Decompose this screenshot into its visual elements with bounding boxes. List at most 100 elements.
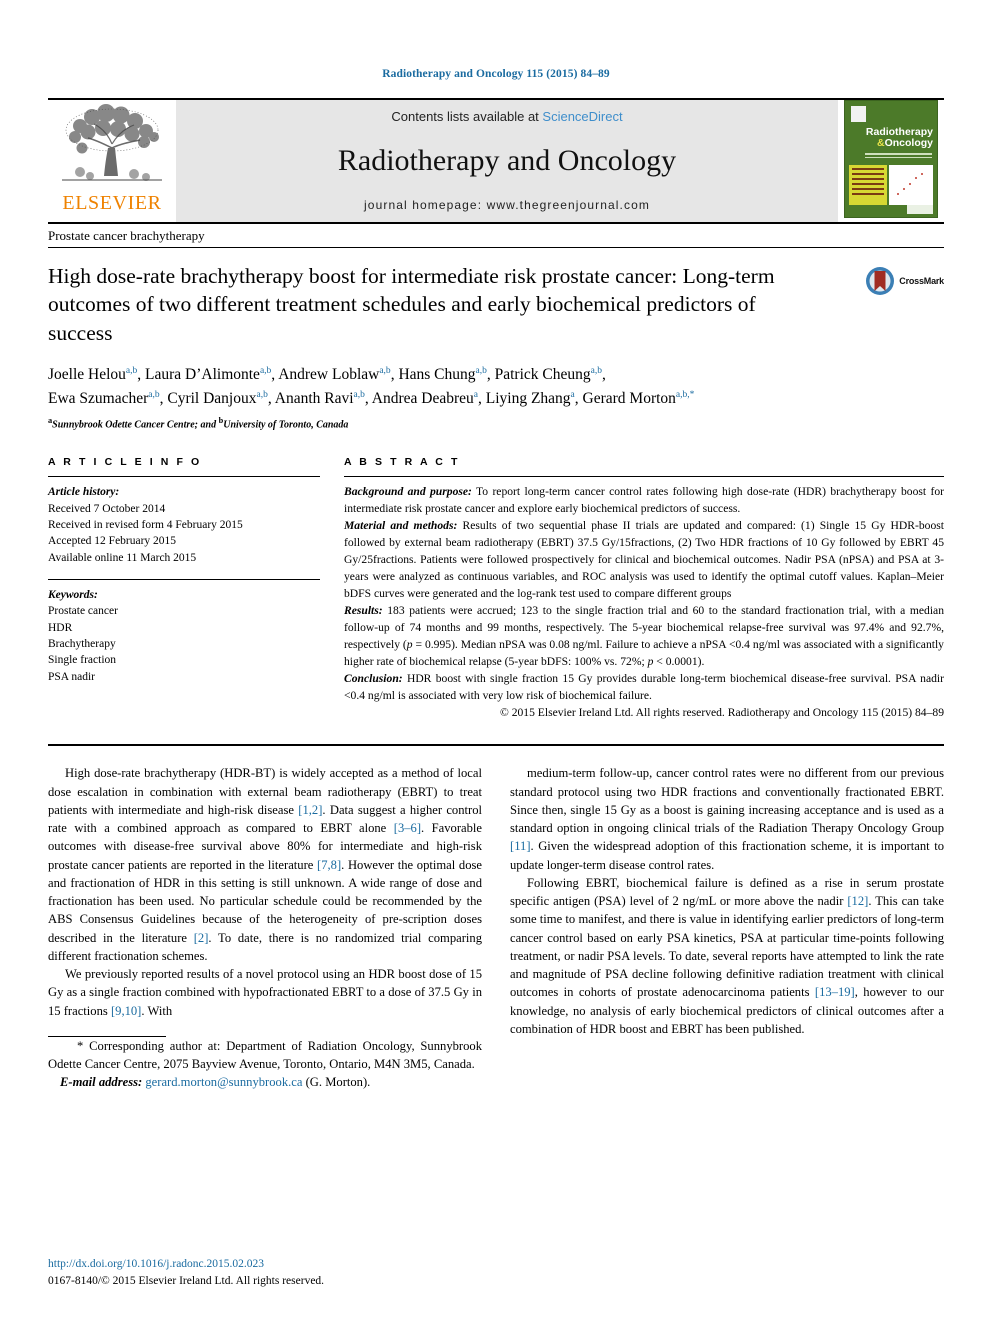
cover-footer-mark-icon [907, 205, 933, 214]
affiliations: aSunnybrook Odette Cancer Centre; and bU… [48, 416, 944, 430]
author-affil-marker: a [473, 389, 478, 400]
doi-link[interactable]: http://dx.doi.org/10.1016/j.radonc.2015.… [48, 1256, 324, 1273]
corresponding-author-footnote: * Corresponding author at: Department of… [48, 1037, 482, 1092]
author-10: Gerard Mortona,b,* [583, 390, 695, 407]
author-list: Joelle Heloua,b, Laura D’Alimontea,b, An… [48, 365, 695, 408]
author-4: Patrick Cheunga,b [495, 366, 602, 383]
info-abstract-row: A R T I C L E I N F O Article history: R… [48, 456, 944, 722]
affil-text-b: University of Toronto, Canada [223, 419, 349, 431]
author-affil-marker: a,b [148, 389, 160, 400]
citation-ref[interactable]: [13–19] [815, 985, 855, 999]
author-name: Patrick Cheung [494, 366, 591, 384]
journal-article-page: Radiotherapy and Oncology 115 (2015) 84–… [0, 0, 992, 1323]
author-9: Liying Zhanga [486, 390, 575, 407]
journal-title: Radiotherapy and Oncology [337, 144, 677, 177]
citation-ref[interactable]: [12] [847, 894, 868, 908]
affil-text-a: Sunnybrook Odette Cancer Centre; and [52, 419, 219, 431]
body-right-paragraph-2: Following EBRT, biochemical failure is d… [510, 874, 944, 1038]
email-address-label: E-mail address: [60, 1075, 143, 1090]
text-run: . With [141, 1003, 173, 1018]
body-left-paragraph-2: We previously reported results of a nove… [48, 965, 482, 1020]
author-affil-marker: a,b [353, 389, 365, 400]
citation-ref[interactable]: [9,10] [111, 1004, 141, 1018]
footnote-email-line: E-mail address: gerard.morton@sunnybrook… [48, 1073, 482, 1091]
author-name: Gerard Morton [582, 390, 676, 408]
body-columns: High dose-rate brachytherapy (HDR-BT) is… [48, 764, 944, 1091]
author-2: Andrew Loblawa,b [278, 366, 391, 383]
article-info-column: A R T I C L E I N F O Article history: R… [48, 456, 320, 722]
body-column-left: High dose-rate brachytherapy (HDR-BT) is… [48, 764, 482, 1091]
cover-subtitle-lines [865, 153, 932, 161]
elsevier-wordmark: ELSEVIER [62, 192, 162, 214]
contents-prefix: Contents lists available at [391, 109, 543, 124]
citation-ref[interactable]: [3–6] [394, 821, 421, 835]
journal-cover-block: Radiotherapy &Oncology [838, 100, 944, 222]
crossmark-badge[interactable]: CrossMark [865, 266, 944, 296]
cover-figure-panel [889, 165, 933, 205]
body-column-right: medium-term follow-up, cancer control ra… [510, 764, 944, 1091]
abstract-conclusion-text: HDR boost with single fraction 15 Gy pro… [344, 671, 944, 702]
author-name: Liying Zhang [485, 390, 571, 408]
abstract-conclusion-label: Conclusion: [344, 671, 403, 685]
email-link[interactable]: gerard.morton@sunnybrook.ca [145, 1075, 302, 1089]
author-name: Hans Chung [398, 366, 476, 384]
keyword-2: Brachytherapy [48, 638, 116, 651]
elsevier-logo: ELSEVIER [48, 100, 176, 222]
author-affil-marker: a,b,* [675, 389, 695, 400]
footnote-text: Corresponding author at: Department of R… [48, 1038, 482, 1072]
contents-available-line: Contents lists available at ScienceDirec… [391, 109, 622, 124]
author-name: Joelle Helou [48, 366, 126, 384]
author-name: Cyril Danjoux [167, 390, 257, 408]
sciencedirect-link[interactable]: ScienceDirect [542, 109, 622, 124]
issn-copyright-line: 0167-8140/© 2015 Elsevier Ireland Ltd. A… [48, 1274, 325, 1287]
author-7: Ananth Ravia,b [275, 390, 365, 407]
abstract-results-text-3: < 0.0001). [653, 654, 705, 668]
abstract-heading: A B S T R A C T [344, 456, 460, 469]
history-item-0: Received 7 October 2014 [48, 502, 166, 515]
citation-ref[interactable]: [7,8] [317, 858, 341, 872]
text-run: . Given the widespread adoption of this … [510, 839, 944, 872]
abstract-results: Results: 183 patients were accrued; 123 … [344, 603, 944, 671]
abstract-results-text-2: = 0.995). Median nPSA was 0.08 ng/ml. Fa… [344, 637, 944, 668]
keyword-4: PSA nadir [48, 670, 95, 683]
author-affil-marker: a,b [125, 365, 138, 376]
keywords-label: Keywords: [48, 589, 98, 602]
journal-homepage[interactable]: journal homepage: www.thegreenjournal.co… [364, 198, 650, 212]
crossmark-icon [866, 267, 895, 295]
author-3: Hans Chunga,b [398, 366, 486, 383]
author-affil-marker: a,b [590, 365, 602, 376]
keyword-3: Single fraction [48, 654, 117, 667]
masthead-center: Contents lists available at ScienceDirec… [176, 100, 838, 222]
citation-ref[interactable]: [2] [194, 931, 209, 945]
crossmark-label: CrossMark [899, 276, 944, 286]
abstract-background-label: Background and purpose: [344, 485, 472, 499]
abstract-conclusion: Conclusion: HDR boost with single fracti… [344, 671, 944, 705]
citation-ref[interactable]: [11] [510, 839, 531, 853]
body-top-rule [48, 744, 944, 747]
page-title: High dose-rate brachytherapy boost for i… [48, 264, 775, 345]
author-affil-marker: a,b [256, 389, 268, 400]
history-item-1: Received in revised form 4 February 2015 [48, 519, 243, 532]
citation-ref[interactable]: [1,2] [298, 803, 322, 817]
text-run: medium-term follow-up, cancer control ra… [510, 766, 944, 836]
author-6: Cyril Danjouxa,b [167, 390, 267, 407]
journal-cover-thumbnail: Radiotherapy &Oncology [844, 100, 938, 218]
abstract-copyright: © 2015 Elsevier Ireland Ltd. All rights … [499, 706, 944, 720]
cover-publisher-mark-icon [851, 106, 866, 122]
author-name: Laura D’Alimonte [145, 366, 260, 384]
body-right-paragraph-1: medium-term follow-up, cancer control ra… [510, 764, 944, 874]
running-head: Radiotherapy and Oncology 115 (2015) 84–… [382, 68, 610, 80]
keyword-1: HDR [48, 621, 73, 634]
author-affil-marker: a,b [379, 365, 391, 376]
abstract-methods-label: Material and methods: [344, 519, 458, 533]
abstract-methods: Material and methods: Results of two seq… [344, 518, 944, 603]
abstract-results-label: Results: [344, 603, 383, 617]
abstract-column: A B S T R A C T Background and purpose: … [344, 456, 944, 722]
author-8: Andrea Deabreua [372, 390, 478, 407]
author-5: Ewa Szumachera,b [48, 390, 160, 407]
page-footer: http://dx.doi.org/10.1016/j.radonc.2015.… [48, 1256, 324, 1290]
cover-title: Radiotherapy &Oncology [845, 126, 933, 149]
section-label: Prostate cancer brachytherapy [48, 222, 944, 248]
text-run: . This can take some time to manifest, a… [510, 894, 944, 1000]
author-1: Laura D’Alimontea,b [145, 366, 271, 383]
